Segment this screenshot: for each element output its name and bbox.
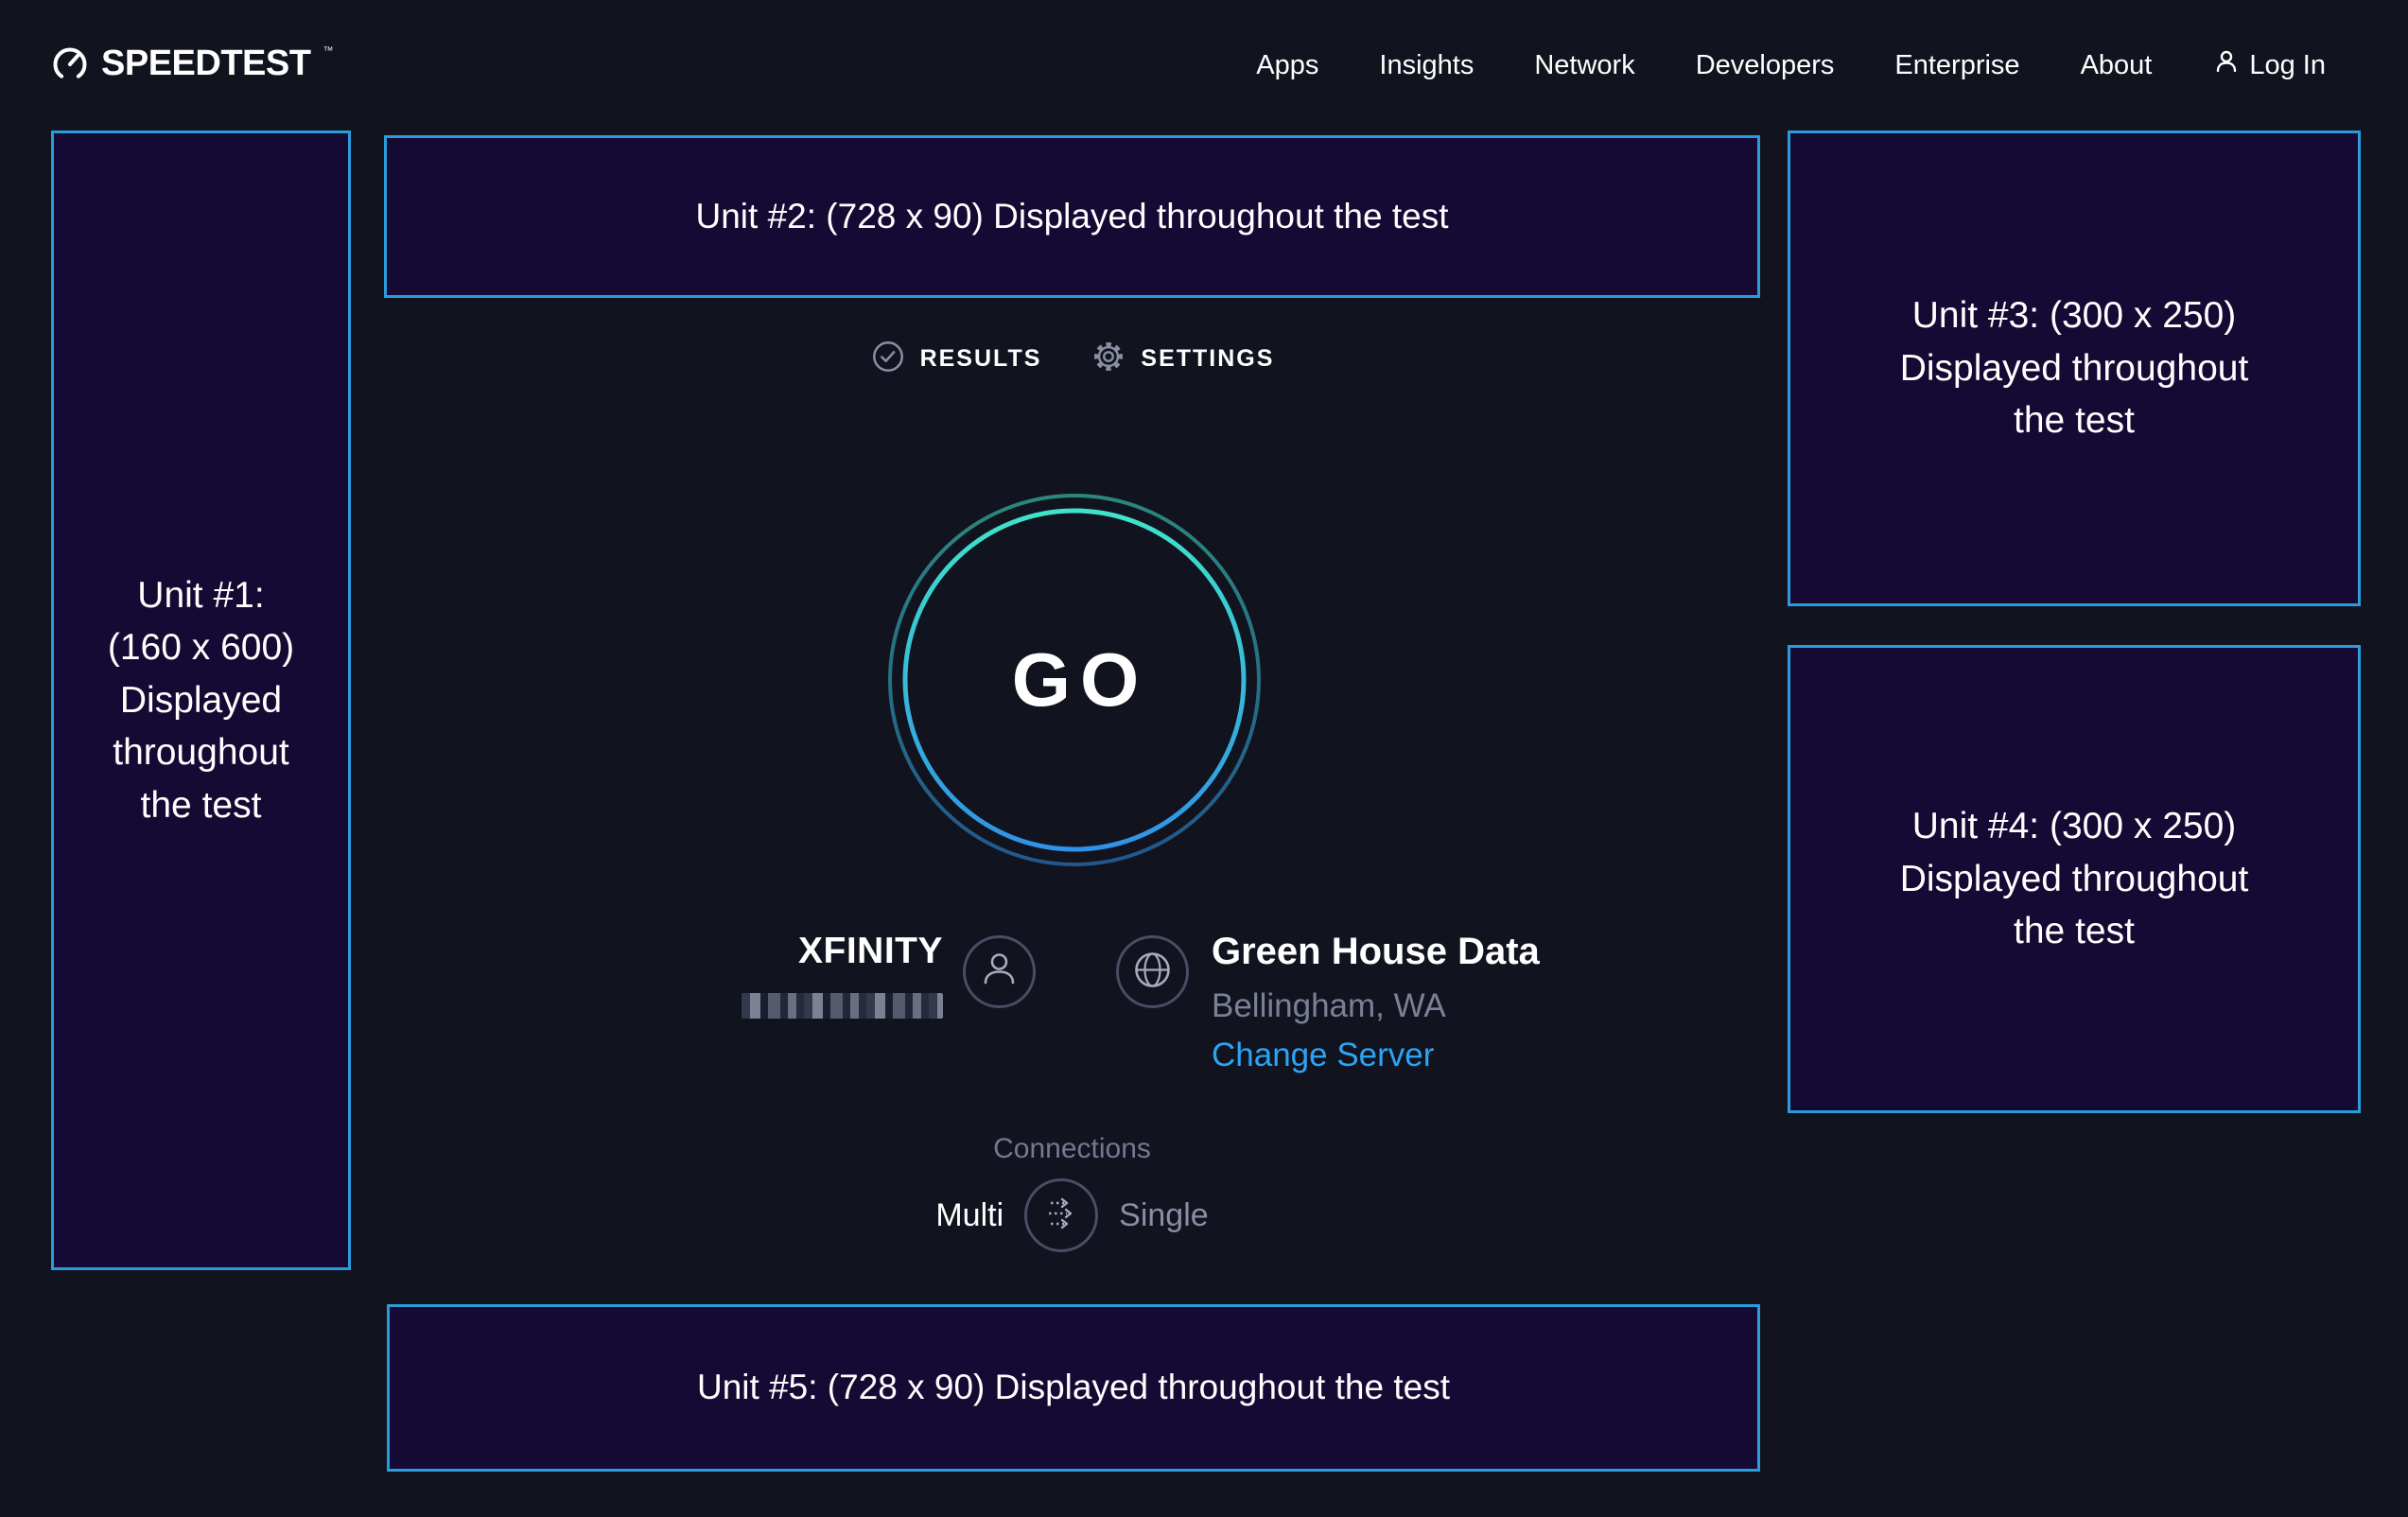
- server-globe-badge: [1116, 935, 1189, 1008]
- redacted-ip-address: [742, 993, 943, 1019]
- ad-unit-2-leaderboard-top[interactable]: Unit #2: (728 x 90) Displayed throughout…: [384, 135, 1760, 298]
- speedtest-logo[interactable]: SPEEDTEST ™: [51, 44, 333, 87]
- person-icon: [2212, 47, 2241, 83]
- isp-name: XFINITY: [653, 931, 943, 972]
- nav-item-insights[interactable]: Insights: [1379, 50, 1474, 81]
- check-circle-icon: [870, 339, 906, 379]
- nav-item-developers[interactable]: Developers: [1696, 50, 1835, 81]
- isp-user-badge: [963, 935, 1036, 1008]
- nav-item-enterprise[interactable]: Enterprise: [1894, 50, 2019, 81]
- connections-label: Connections: [384, 1133, 1760, 1165]
- nav-item-apps[interactable]: Apps: [1256, 50, 1318, 81]
- tab-settings[interactable]: SETTINGS: [1091, 339, 1274, 379]
- ad-unit-5-leaderboard-bottom[interactable]: Unit #5: (728 x 90) Displayed throughout…: [387, 1304, 1760, 1472]
- tab-results-label: RESULTS: [920, 345, 1042, 373]
- multi-arrows-icon: [1024, 1177, 1098, 1255]
- speedometer-gauge-icon: [51, 44, 89, 87]
- top-nav-bar: SPEEDTEST ™ Apps Insights Network Develo…: [0, 0, 2408, 131]
- tab-settings-label: SETTINGS: [1141, 345, 1274, 373]
- brand-name: SPEEDTEST: [101, 44, 310, 82]
- main-nav: Apps Insights Network Developers Enterpr…: [1256, 47, 2326, 83]
- gear-icon: [1091, 339, 1126, 379]
- connections-single-option[interactable]: Single: [1119, 1197, 1209, 1234]
- connections-toggle-button[interactable]: [1024, 1178, 1098, 1252]
- server-location: Bellingham, WA: [1212, 987, 1446, 1025]
- tab-results[interactable]: RESULTS: [870, 339, 1042, 379]
- user-icon: [963, 933, 1036, 1011]
- globe-icon: [1116, 933, 1189, 1011]
- ad-unit-1-skyscraper[interactable]: Unit #1: (160 x 600) Displayed throughou…: [51, 131, 351, 1270]
- results-settings-tabs: RESULTS SETTINGS: [384, 339, 1760, 379]
- ad-unit-3-rectangle[interactable]: Unit #3: (300 x 250) Displayed throughou…: [1788, 131, 2361, 606]
- ad-unit-4-rectangle[interactable]: Unit #4: (300 x 250) Displayed throughou…: [1788, 645, 2361, 1113]
- nav-item-network[interactable]: Network: [1534, 50, 1634, 81]
- change-server-link[interactable]: Change Server: [1212, 1037, 1434, 1074]
- trademark-mark: ™: [323, 46, 333, 57]
- connections-toggle-row: Multi Single: [384, 1178, 1760, 1252]
- connections-multi-option[interactable]: Multi: [935, 1197, 1003, 1234]
- login-button[interactable]: Log In: [2212, 47, 2326, 83]
- go-button-label: GO: [885, 491, 1264, 869]
- login-label: Log In: [2249, 50, 2326, 81]
- go-button[interactable]: GO: [885, 491, 1264, 869]
- nav-item-about[interactable]: About: [2081, 50, 2153, 81]
- server-name: Green House Data: [1212, 931, 1540, 973]
